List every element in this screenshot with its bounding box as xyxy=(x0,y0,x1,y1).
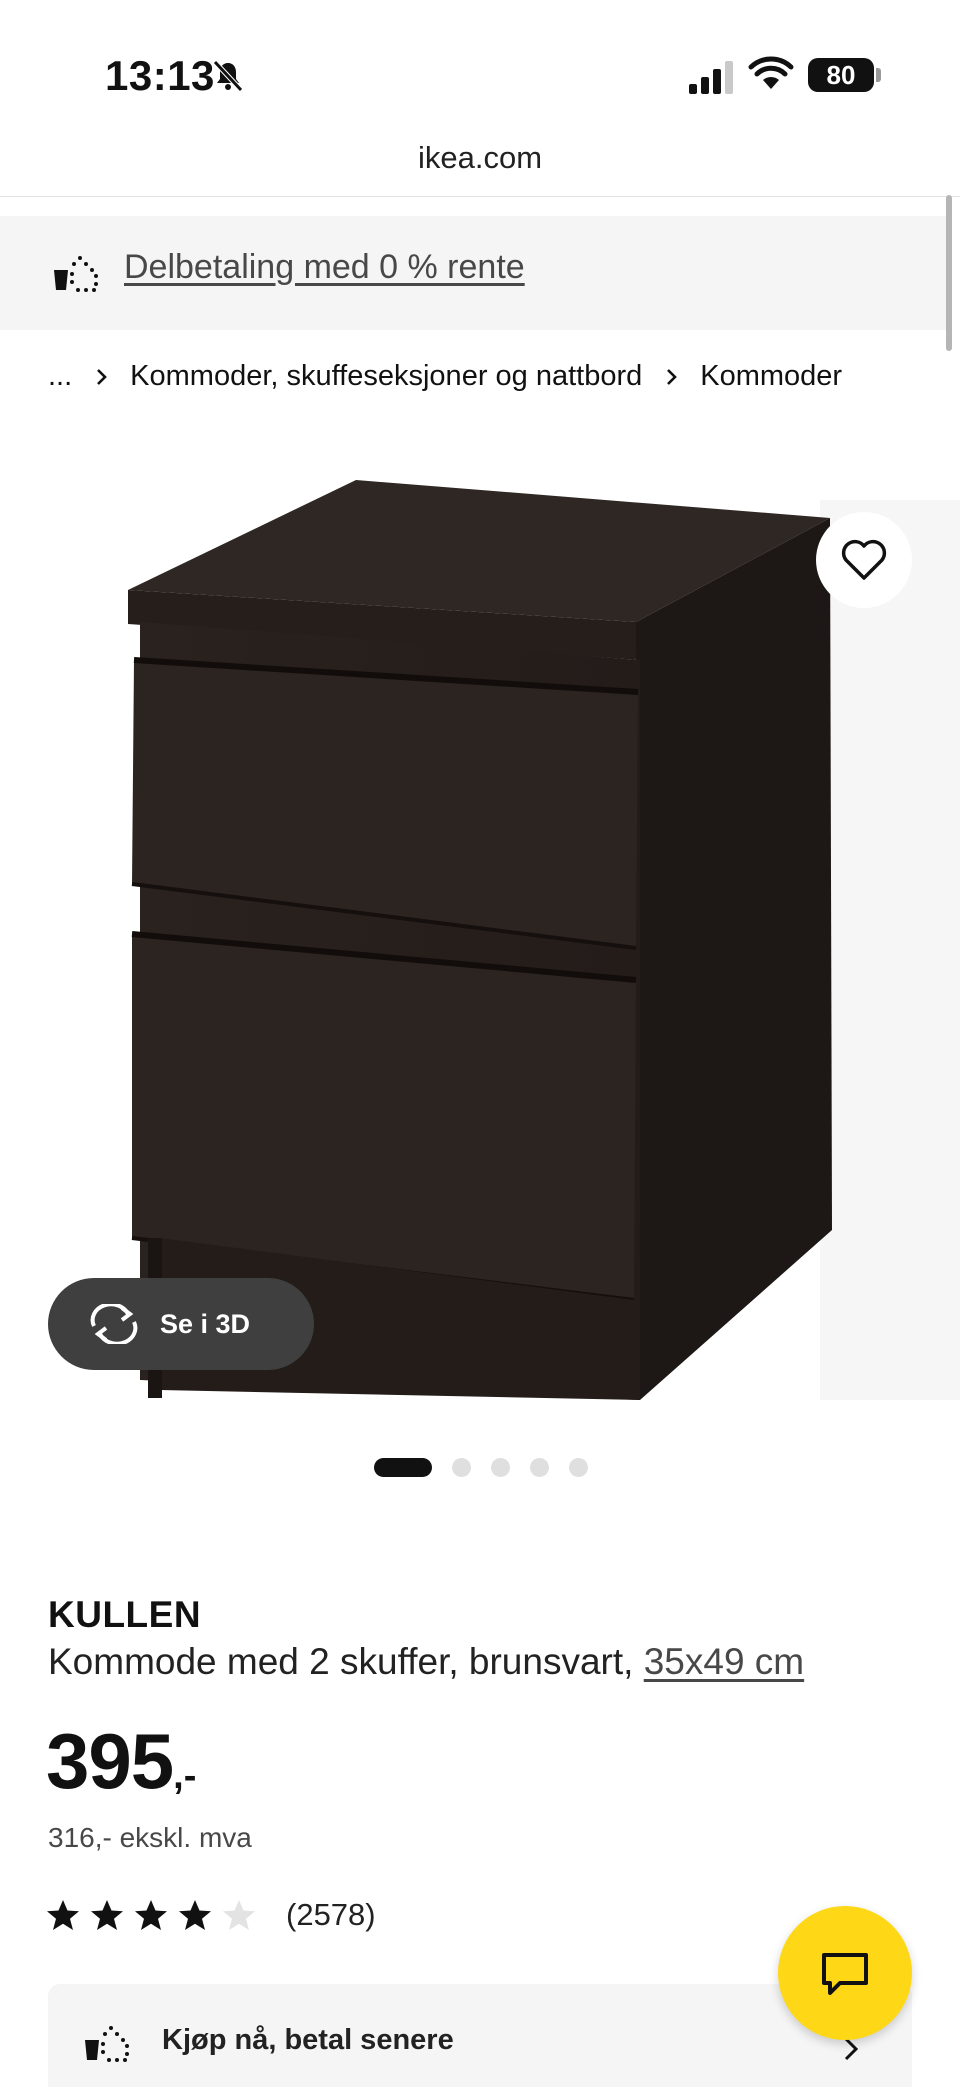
star-filled-icon xyxy=(179,1900,211,1930)
view-in-3d-button[interactable]: Se i 3D xyxy=(48,1278,314,1370)
price-suffix: ,- xyxy=(173,1755,197,1797)
product-description-text: Kommode med 2 skuffer, brunsvart, xyxy=(48,1641,644,1682)
star-filled-icon xyxy=(47,1900,79,1930)
address-divider xyxy=(0,196,960,197)
gallery-dot-1[interactable] xyxy=(374,1457,432,1477)
breadcrumb: ... Kommoder, skuffeseksjoner og nattbor… xyxy=(48,360,842,393)
buy-now-pay-later-label: Kjøp nå, betal senere xyxy=(162,2024,454,2056)
star-empty-icon xyxy=(223,1900,255,1930)
wifi-icon xyxy=(748,56,794,89)
promo-link[interactable]: Delbetaling med 0 % rente xyxy=(124,248,525,287)
review-count: (2578) xyxy=(286,1897,376,1932)
battery-indicator: 80 xyxy=(808,58,874,92)
price-amount: 395 xyxy=(46,1717,174,1805)
heart-icon xyxy=(841,539,887,580)
star-filled-icon xyxy=(91,1900,123,1930)
chat-button[interactable] xyxy=(778,1906,912,2040)
status-time: 13:13 xyxy=(105,52,215,99)
gallery-dot-2[interactable] xyxy=(452,1457,471,1477)
rotate-3d-icon xyxy=(90,1304,138,1344)
page-scrollbar[interactable] xyxy=(946,195,952,351)
address-bar[interactable]: ikea.com xyxy=(0,140,960,196)
chevron-right-icon xyxy=(97,368,108,385)
battery-cap xyxy=(876,68,881,82)
basket-dots-icon xyxy=(54,256,98,292)
product-price: 395,- xyxy=(46,1716,196,1807)
view-in-3d-label: Se i 3D xyxy=(160,1308,251,1339)
gallery-pagination xyxy=(374,1457,608,1477)
promo-banner[interactable]: Delbetaling med 0 % rente xyxy=(0,216,946,330)
rating[interactable]: (2578) xyxy=(46,1897,376,1933)
chevron-right-icon xyxy=(667,368,678,385)
product-description: Kommode med 2 skuffer, brunsvart, 35x49 … xyxy=(48,1641,804,1683)
breadcrumb-item-category[interactable]: Kommoder, skuffeseksjoner og nattbord xyxy=(130,360,642,393)
product-name: KULLEN xyxy=(48,1594,202,1635)
favorite-button[interactable] xyxy=(816,512,912,608)
price-ex-vat: 316,- ekskl. mva xyxy=(48,1822,252,1853)
breadcrumb-item-current[interactable]: Kommoder xyxy=(700,360,842,393)
status-bar: 13:13 80 xyxy=(0,0,960,140)
gallery-dot-3[interactable] xyxy=(491,1457,510,1477)
chat-bubble-icon xyxy=(822,1953,868,1995)
buy-now-pay-later-banner[interactable]: Kjøp nå, betal senere xyxy=(48,1984,912,2087)
basket-dots-icon xyxy=(85,2026,129,2062)
breadcrumb-item-ellipsis[interactable]: ... xyxy=(48,360,72,393)
signal-icon xyxy=(689,61,733,94)
gallery-dot-4[interactable] xyxy=(530,1457,549,1477)
bell-slash-icon xyxy=(213,60,243,92)
star-filled-icon xyxy=(135,1900,167,1930)
gallery-dot-5[interactable] xyxy=(569,1457,588,1477)
product-size-link[interactable]: 35x49 cm xyxy=(644,1641,804,1682)
